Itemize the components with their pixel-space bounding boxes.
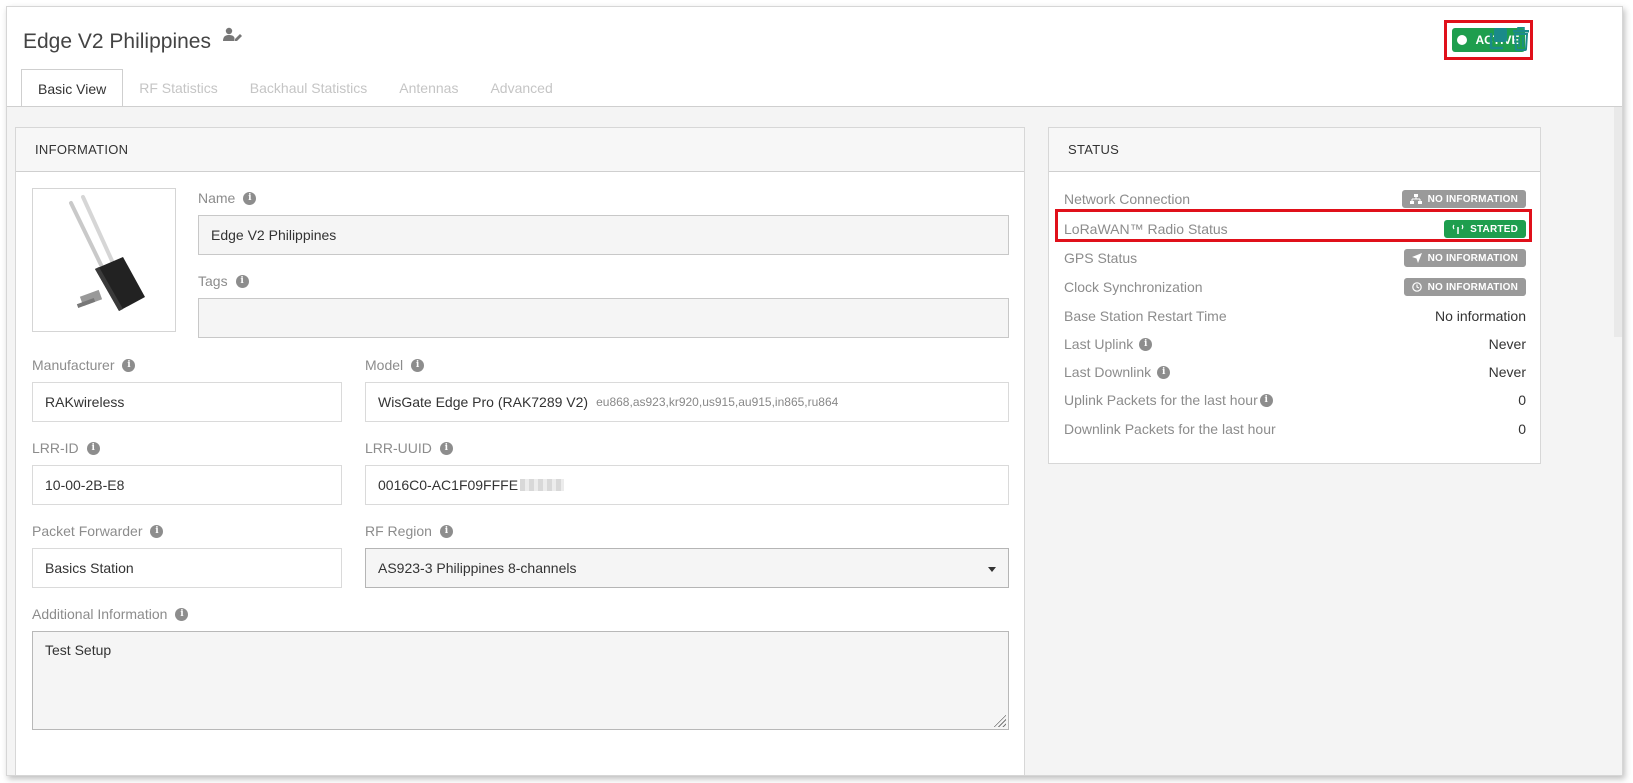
resize-handle-icon[interactable] — [994, 715, 1006, 727]
copy-icon[interactable] — [1487, 27, 1509, 51]
tab-backhaul-statistics[interactable]: Backhaul Statistics — [234, 69, 384, 107]
status-row-value: No information — [1434, 308, 1526, 324]
radio-status-highlight — [1055, 209, 1532, 242]
info-icon[interactable]: i — [1259, 393, 1273, 407]
tab-basic-view[interactable]: Basic View — [21, 69, 124, 107]
status-row-label: Network Connection — [1064, 191, 1191, 207]
status-row-label: GPS Status — [1064, 250, 1138, 266]
tags-label: Tags i — [198, 273, 249, 289]
status-row-value: 0 — [1518, 392, 1526, 408]
gateway-detail-window: Edge V2 Philippines ACTIVE Basic View RF… — [6, 6, 1623, 776]
status-panel: STATUS Network Connection NO INFORMATION… — [1048, 127, 1541, 464]
tab-advanced[interactable]: Advanced — [474, 69, 568, 107]
clock-icon — [1411, 282, 1422, 292]
page-header: Edge V2 Philippines ACTIVE Basic View RF… — [7, 7, 1622, 107]
info-icon[interactable]: i — [411, 358, 425, 372]
info-icon[interactable]: i — [439, 524, 453, 538]
name-input[interactable]: Edge V2 Philippines — [198, 215, 1009, 255]
tab-rf-statistics[interactable]: RF Statistics — [123, 69, 234, 107]
location-arrow-icon — [1411, 253, 1422, 263]
status-row-last-uplink: Last Uplink i Never — [1064, 332, 1526, 356]
status-row-label: Clock Synchronization — [1064, 279, 1203, 295]
manufacturer-field: RAKwireless — [32, 382, 342, 422]
network-icon — [1409, 193, 1422, 204]
status-row-uplink-packets: Uplink Packets for the last hour i 0 — [1064, 388, 1526, 412]
model-label: Model i — [365, 357, 425, 373]
rf-region-select[interactable]: AS923-3 Philippines 8-channels — [365, 548, 1009, 588]
information-heading: INFORMATION — [16, 128, 1024, 172]
vertical-scrollbar[interactable] — [1614, 107, 1622, 337]
main-content: INFORMATION Name i Edge V2 Philippines Ta — [7, 107, 1622, 775]
status-heading: STATUS — [1049, 128, 1540, 172]
redacted-block — [520, 479, 565, 491]
info-icon[interactable]: i — [175, 607, 189, 621]
gateway-name-title: Edge V2 Philippines — [23, 30, 211, 53]
manufacturer-label: Manufacturer i — [32, 357, 136, 373]
model-field: WisGate Edge Pro (RAK7289 V2) eu868,as923… — [365, 382, 1009, 422]
status-row-label: Last Downlink i — [1064, 364, 1171, 380]
user-edit-icon[interactable] — [222, 27, 243, 45]
page-title: Edge V2 Philippines — [23, 27, 243, 54]
status-row-label: Last Uplink i — [1064, 336, 1153, 352]
status-row-last-downlink: Last Downlink i Never — [1064, 360, 1526, 384]
tab-antennas[interactable]: Antennas — [383, 69, 474, 107]
info-icon[interactable]: i — [1139, 337, 1153, 351]
packet-forwarder-field: Basics Station — [32, 548, 342, 588]
tab-bar: Basic View RF Statistics Backhaul Statis… — [21, 69, 569, 107]
info-icon[interactable]: i — [1157, 365, 1171, 379]
gateway-image — [32, 188, 176, 332]
info-icon[interactable]: i — [86, 441, 100, 455]
status-row-downlink-packets: Downlink Packets for the last hour 0 — [1064, 417, 1526, 441]
lrr-uuid-field: 0016C0-AC1F09FFFE — [365, 465, 1009, 505]
additional-information-textarea[interactable]: Test Setup — [32, 631, 1009, 730]
info-icon[interactable]: i — [235, 274, 249, 288]
clock-status-badge: NO INFORMATION — [1403, 278, 1526, 296]
status-row-clock: Clock Synchronization NO INFORMATION — [1064, 275, 1526, 299]
model-bands: eu868,as923,kr920,us915,au915,in865,ru86… — [596, 395, 839, 409]
status-row-label: Base Station Restart Time — [1064, 308, 1227, 324]
information-panel: INFORMATION Name i Edge V2 Philippines Ta — [15, 127, 1025, 775]
name-label: Name i — [198, 190, 257, 206]
trash-icon[interactable] — [1511, 26, 1533, 51]
tags-input[interactable] — [198, 298, 1009, 338]
rf-region-label: RF Region i — [365, 523, 453, 539]
additional-information-label: Additional Information i — [32, 606, 189, 622]
status-row-value: 0 — [1518, 421, 1526, 437]
lrr-uuid-label: LRR-UUID i — [365, 440, 453, 456]
network-status-badge: NO INFORMATION — [1401, 190, 1526, 208]
info-icon[interactable]: i — [439, 441, 453, 455]
status-row-value: Never — [1488, 364, 1526, 380]
info-icon[interactable]: i — [122, 358, 136, 372]
info-icon[interactable]: i — [150, 524, 164, 538]
status-row-gps: GPS Status NO INFORMATION — [1064, 246, 1526, 270]
status-dot-icon — [1457, 35, 1468, 45]
info-icon[interactable]: i — [243, 191, 257, 205]
status-row-network: Network Connection NO INFORMATION — [1064, 187, 1526, 211]
status-row-value: Never — [1488, 336, 1526, 352]
gps-status-badge: NO INFORMATION — [1403, 249, 1526, 267]
status-row-label: Uplink Packets for the last hour i — [1064, 392, 1273, 408]
status-row-label: Downlink Packets for the last hour — [1064, 421, 1276, 437]
status-row-restart: Base Station Restart Time No information — [1064, 304, 1526, 328]
packet-forwarder-label: Packet Forwarder i — [32, 523, 164, 539]
chevron-down-icon — [988, 567, 996, 572]
lrr-id-label: LRR-ID i — [32, 440, 100, 456]
lrr-id-field: 10-00-2B-E8 — [32, 465, 342, 505]
